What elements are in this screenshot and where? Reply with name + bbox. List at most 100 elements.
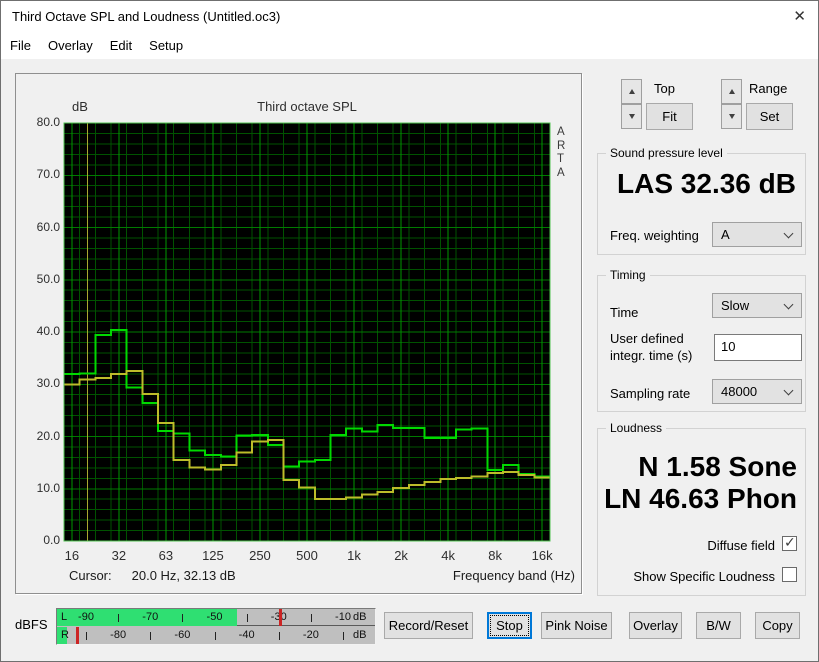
meter-scale-number: -20 (302, 629, 319, 641)
overlay-button[interactable]: Overlay (629, 612, 682, 639)
meter-channel-label: L (61, 611, 68, 623)
diffuse-field-checkbox[interactable]: ✓ (782, 534, 797, 551)
diffuse-field-label: Diffuse field (707, 538, 775, 553)
x-tick-label: 32 (111, 548, 127, 563)
y-tick-label: 10.0 (36, 480, 60, 495)
integr-time-input[interactable]: 10 (714, 334, 802, 361)
meter-unit-label: dB (353, 611, 367, 623)
range-spin-down-button[interactable] (721, 104, 742, 129)
sampling-rate-label: Sampling rate (610, 386, 691, 401)
menu-overlay[interactable]: Overlay (48, 38, 93, 53)
meter-unit-label: dB (353, 629, 367, 641)
timing-group-caption: Timing (606, 268, 650, 282)
x-tick-label: 250 (249, 548, 271, 563)
copy-button[interactable]: Copy (755, 612, 800, 639)
loudness-sone-value: N 1.58 Sone (638, 451, 797, 482)
meter-scale-number: -50 (206, 611, 223, 623)
loudness-group-caption: Loudness (606, 421, 667, 435)
y-tick-label: 40.0 (36, 324, 60, 338)
up-arrow-icon (728, 89, 735, 94)
meter-scale-number: -70 (142, 611, 159, 623)
level-meter-left-channel: -90-70-50-30-10dBL (57, 609, 375, 626)
meter-scale-number: -80 (110, 629, 127, 641)
window-title: Third Octave SPL and Loudness (Untitled.… (12, 9, 281, 24)
plot-area[interactable] (64, 123, 550, 541)
meter-channel-label: R (61, 629, 69, 641)
meter-scale-number: -60 (174, 629, 191, 641)
spl-group: Sound pressure level LAS 32.36 dB Freq. … (597, 146, 806, 255)
show-specific-loudness-label: Show Specific Loudness (633, 569, 775, 584)
meter-tick (214, 632, 216, 640)
chevron-down-icon (783, 228, 794, 239)
x-tick-label: 63 (158, 548, 174, 563)
y-tick-label: 0.0 (43, 533, 60, 547)
menu-file[interactable]: File (10, 38, 31, 53)
freq-weighting-value: A (721, 227, 730, 242)
meter-tick (182, 614, 184, 622)
cursor-value: 20.0 Hz, 32.13 dB (131, 568, 236, 583)
x-tick-label: 8k (488, 548, 502, 563)
x-tick-label: 125 (202, 548, 224, 563)
dbfs-label: dBFS (15, 617, 48, 632)
time-value: Slow (721, 298, 750, 313)
meter-tick (150, 632, 152, 640)
loudness-phon-value: LN 46.63 Phon (604, 483, 797, 514)
integr-time-label-line2: integr. time (s) (610, 348, 693, 363)
y-tick-label: 60.0 (36, 219, 60, 234)
spl-graph-panel: Third octave SPL dB ARTA 80.0 70.0 60.0 50.… (15, 73, 582, 594)
spl-value: LAS 32.36 dB (617, 168, 796, 199)
y-tick-label: 50.0 (36, 271, 60, 286)
loudness-group: Loudness N 1.58 Sone LN 46.63 Phon Diffu… (597, 421, 806, 596)
cursor-readout: Cursor: 20.0 Hz, 32.13 dB (69, 568, 236, 583)
meter-scale-number: -40 (238, 629, 255, 641)
fit-button[interactable]: Fit (646, 103, 693, 130)
meter-tick (278, 632, 280, 640)
y-tick-label: 70.0 (36, 167, 60, 182)
bw-button[interactable]: B/W (696, 612, 741, 639)
menu-setup[interactable]: Setup (149, 38, 183, 53)
x-axis-label: Frequency band (Hz) (452, 568, 575, 583)
time-select[interactable]: Slow (712, 293, 802, 318)
meter-tick (86, 632, 87, 640)
x-tick-label: 4k (441, 548, 455, 563)
down-arrow-icon (728, 114, 735, 119)
set-button[interactable]: Set (746, 103, 793, 130)
timing-group: Timing Time Slow User defined integr. ti… (597, 268, 806, 412)
x-tick-label: 1k (347, 548, 361, 563)
time-label: Time (610, 305, 639, 320)
top-spin-down-button[interactable] (621, 104, 642, 129)
top-label: Top (654, 81, 675, 96)
stop-button[interactable]: Stop (487, 612, 532, 639)
menu-bar: File Overlay Edit Setup (1, 31, 818, 59)
meter-tick (246, 614, 248, 622)
meter-scale-number: -10 (335, 611, 351, 623)
app-window: Third Octave SPL and Loudness (Untitled.… (0, 0, 819, 662)
x-tick-label: 16k (531, 548, 553, 563)
meter-tick (343, 632, 344, 640)
freq-weighting-select[interactable]: A (712, 222, 802, 247)
close-icon[interactable]: ✕ (793, 7, 806, 25)
meter-tick (310, 614, 312, 622)
menu-edit[interactable]: Edit (110, 38, 132, 53)
top-spin-up-button[interactable] (621, 79, 642, 104)
record-reset-button[interactable]: Record/Reset (384, 612, 473, 639)
sampling-rate-select[interactable]: 48000 (712, 379, 802, 404)
chevron-down-icon (783, 385, 794, 396)
spl-group-caption: Sound pressure level (606, 146, 727, 160)
level-meter-right-channel: -80 -60 -40 -20 dB R (57, 627, 375, 644)
show-specific-loudness-checkbox[interactable] (782, 567, 797, 582)
chart-title: Third octave SPL (257, 99, 357, 114)
y-tick-label: 80.0 (36, 115, 60, 129)
sampling-rate-value: 48000 (721, 384, 758, 399)
range-spin-up-button[interactable] (721, 79, 742, 104)
arta-watermark: ARTA (557, 126, 566, 179)
meter-peak-indicator (278, 609, 282, 626)
range-label: Range (749, 81, 788, 96)
pink-noise-button[interactable]: Pink Noise (541, 612, 612, 639)
chevron-down-icon (783, 299, 794, 310)
cursor-label: Cursor: (69, 568, 112, 583)
freq-weighting-label: Freq. weighting (610, 228, 699, 243)
level-meter: -90-70-50-30-10dBL -80-60-40-20dBR (56, 608, 376, 645)
meter-scale-number: -90 (78, 611, 94, 623)
check-icon: ✓ (784, 534, 796, 550)
